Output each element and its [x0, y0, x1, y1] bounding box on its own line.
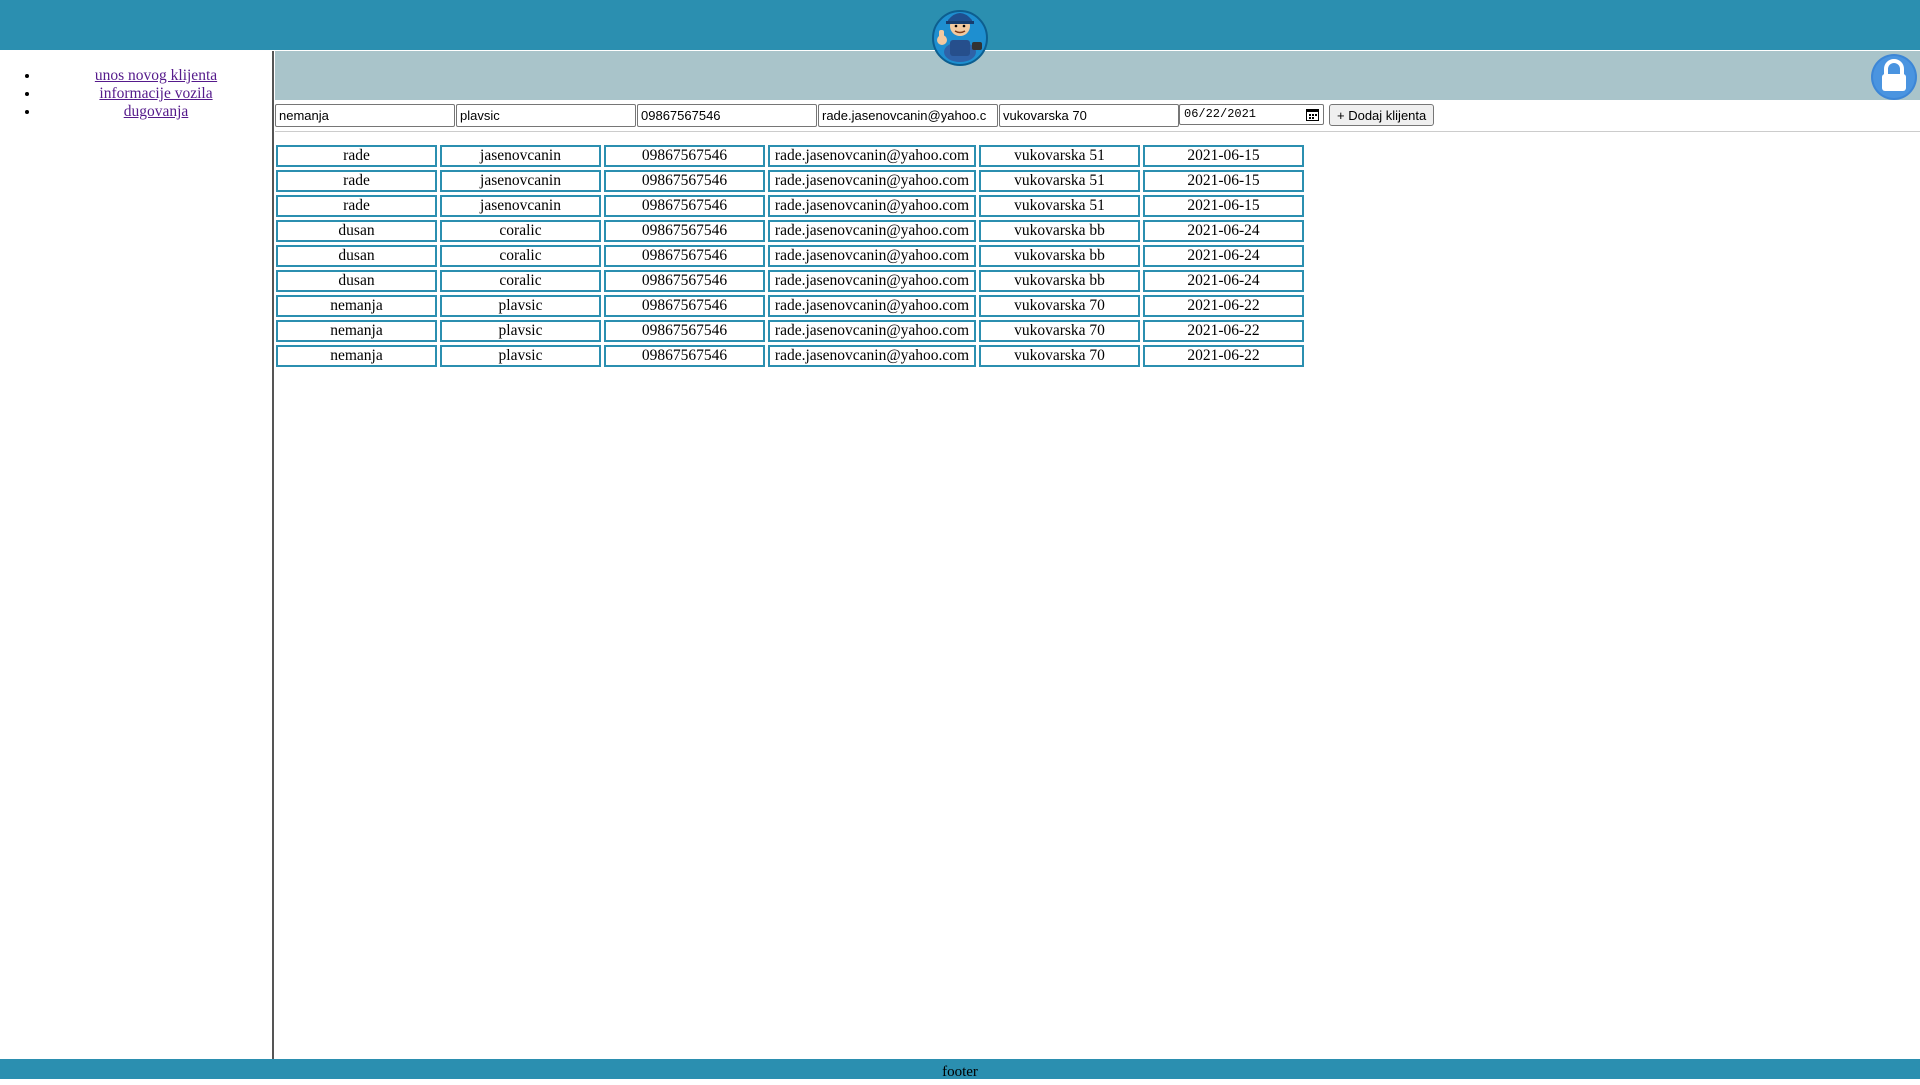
table-row: dusan coralic 09867567546 rade.jasenovcanin… — [276, 220, 1304, 242]
table-cell: vukovarska bb — [979, 220, 1140, 242]
table-cell: coralic — [440, 245, 601, 267]
table-cell: vukovarska bb — [979, 245, 1140, 267]
add-client-button[interactable]: + Dodaj klijenta — [1329, 104, 1435, 126]
table-cell: rade.jasenovcanin@yahoo.com — [768, 295, 976, 317]
table-cell: rade.jasenovcanin@yahoo.com — [768, 220, 976, 242]
table-cell: coralic — [440, 220, 601, 242]
nav-item-debts: dugovanja — [40, 103, 272, 121]
table-cell: vukovarska 51 — [979, 170, 1140, 192]
mechanic-logo-icon — [932, 10, 988, 66]
date-input[interactable]: 06/22/2021 — [1179, 104, 1324, 125]
table-cell: 09867567546 — [604, 345, 765, 367]
table-cell: jasenovcanin — [440, 170, 601, 192]
calendar-icon[interactable] — [1306, 108, 1319, 121]
table-cell: rade.jasenovcanin@yahoo.com — [768, 145, 976, 167]
table-cell: 09867567546 — [604, 295, 765, 317]
table-cell: 09867567546 — [604, 220, 765, 242]
table-cell: 2021-06-15 — [1143, 170, 1304, 192]
table-row: nemanja plavsic 09867567546 rade.jasenovcan… — [276, 345, 1304, 367]
nav-list: unos novog klijenta informacije vozila d… — [0, 67, 272, 121]
table-cell: rade — [276, 195, 437, 217]
table-cell: vukovarska 51 — [979, 195, 1140, 217]
phone-input[interactable] — [637, 104, 817, 127]
nav-item-new-client: unos novog klijenta — [40, 67, 272, 85]
table-cell: jasenovcanin — [440, 145, 601, 167]
table-cell: nemanja — [276, 320, 437, 342]
table-cell: vukovarska 70 — [979, 295, 1140, 317]
table-cell: dusan — [276, 220, 437, 242]
nav-item-vehicle-info: informacije vozila — [40, 85, 272, 103]
table-cell: 2021-06-22 — [1143, 295, 1304, 317]
table-row: rade jasenovcanin 09867567546 rade.jasenovc… — [276, 145, 1304, 167]
table-cell: 2021-06-15 — [1143, 145, 1304, 167]
sidebar: unos novog klijenta informacije vozila d… — [0, 51, 274, 1059]
table-cell: nemanja — [276, 295, 437, 317]
table-cell: vukovarska 70 — [979, 345, 1140, 367]
table-cell: 2021-06-24 — [1143, 270, 1304, 292]
table-cell: 09867567546 — [604, 270, 765, 292]
table-row: rade jasenovcanin 09867567546 rade.jasenovc… — [276, 170, 1304, 192]
table-row: rade jasenovcanin 09867567546 rade.jasenovc… — [276, 195, 1304, 217]
table-cell: jasenovcanin — [440, 195, 601, 217]
table-row: dusan coralic 09867567546 rade.jasenovcanin… — [276, 245, 1304, 267]
table-cell: 09867567546 — [604, 195, 765, 217]
table-cell: 2021-06-24 — [1143, 245, 1304, 267]
table-cell: rade — [276, 145, 437, 167]
date-value: 06/22/2021 — [1184, 107, 1257, 121]
table-cell: vukovarska 70 — [979, 320, 1140, 342]
table-cell: rade.jasenovcanin@yahoo.com — [768, 270, 976, 292]
table-cell: dusan — [276, 245, 437, 267]
table-cell: vukovarska bb — [979, 270, 1140, 292]
first-name-input[interactable] — [275, 104, 455, 127]
clients-table-wrapper: rade jasenovcanin 09867567546 rade.jasenovc… — [276, 145, 1307, 370]
clients-table-body: rade jasenovcanin 09867567546 rade.jasenovc… — [276, 145, 1304, 367]
table-row: nemanja plavsic 09867567546 rade.jasenovcan… — [276, 295, 1304, 317]
table-cell: 2021-06-24 — [1143, 220, 1304, 242]
footer-text: footer — [942, 1064, 978, 1080]
table-cell: vukovarska 51 — [979, 145, 1140, 167]
last-name-input[interactable] — [456, 104, 636, 127]
table-row: nemanja plavsic 09867567546 rade.jasenovcan… — [276, 320, 1304, 342]
table-cell: rade — [276, 170, 437, 192]
table-cell: rade.jasenovcanin@yahoo.com — [768, 320, 976, 342]
table-cell: nemanja — [276, 345, 437, 367]
clients-table: rade jasenovcanin 09867567546 rade.jasenovc… — [273, 142, 1307, 370]
table-cell: plavsic — [440, 320, 601, 342]
table-cell: dusan — [276, 270, 437, 292]
nav-link-debts[interactable]: dugovanja — [124, 103, 189, 120]
table-cell: rade.jasenovcanin@yahoo.com — [768, 245, 976, 267]
table-cell: coralic — [440, 270, 601, 292]
table-cell: 09867567546 — [604, 320, 765, 342]
table-cell: 09867567546 — [604, 170, 765, 192]
lock-icon[interactable] — [1870, 53, 1918, 101]
nav-link-new-client[interactable]: unos novog klijenta — [95, 67, 217, 84]
nav-link-vehicle-info[interactable]: informacije vozila — [99, 85, 212, 102]
address-input[interactable] — [999, 104, 1179, 127]
table-cell: plavsic — [440, 345, 601, 367]
table-cell: 09867567546 — [604, 145, 765, 167]
footer: footer — [0, 1059, 1920, 1080]
email-input[interactable] — [818, 104, 998, 127]
table-cell: 2021-06-22 — [1143, 320, 1304, 342]
table-cell: rade.jasenovcanin@yahoo.com — [768, 170, 976, 192]
table-cell: 09867567546 — [604, 245, 765, 267]
table-cell: plavsic — [440, 295, 601, 317]
subheader-bar — [275, 51, 1920, 100]
table-cell: rade.jasenovcanin@yahoo.com — [768, 345, 976, 367]
table-cell: 2021-06-15 — [1143, 195, 1304, 217]
new-client-form: 06/22/2021 + Dodaj klijenta — [275, 103, 1920, 132]
table-cell: 2021-06-22 — [1143, 345, 1304, 367]
table-cell: rade.jasenovcanin@yahoo.com — [768, 195, 976, 217]
table-row: dusan coralic 09867567546 rade.jasenovcanin… — [276, 270, 1304, 292]
